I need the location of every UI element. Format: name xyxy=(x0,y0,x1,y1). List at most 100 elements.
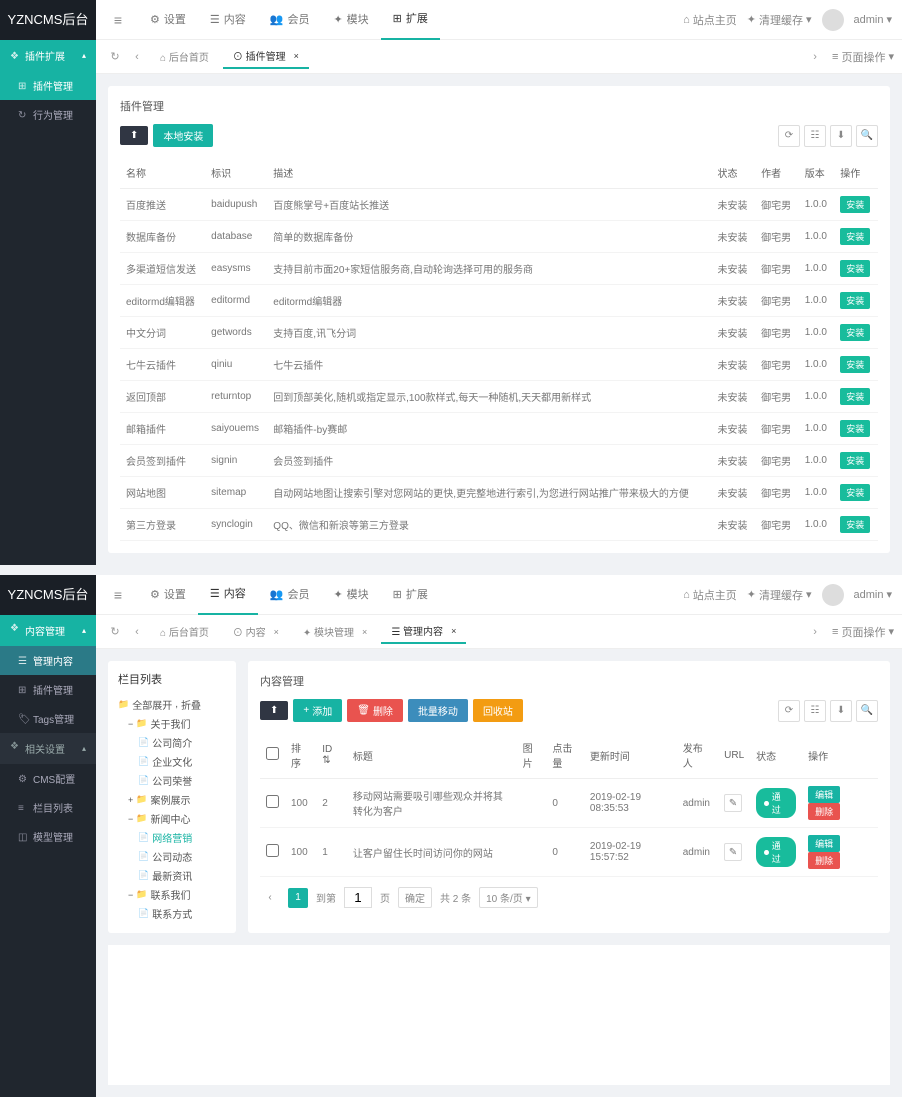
status-badge[interactable]: 通过 xyxy=(756,788,796,818)
tree-node[interactable]: 📄 公司动态 xyxy=(118,847,226,866)
tree-node[interactable]: 📄 联系方式 xyxy=(118,904,226,923)
close-icon[interactable]: × xyxy=(294,51,299,61)
avatar[interactable] xyxy=(822,584,844,606)
tree-node[interactable]: 📄 公司荣誉 xyxy=(118,771,226,790)
batch-move-button[interactable]: 批量移动 xyxy=(408,699,468,722)
search-button[interactable]: 🔍 xyxy=(856,125,878,147)
columns-button[interactable]: ☷ xyxy=(804,700,826,722)
install-button[interactable]: 安装 xyxy=(840,292,870,309)
search-button[interactable]: 🔍 xyxy=(856,700,878,722)
install-button[interactable]: 安装 xyxy=(840,260,870,277)
page-ops-menu[interactable]: ≡ 页面操作 ▾ xyxy=(832,624,894,640)
close-icon[interactable]: × xyxy=(274,627,279,637)
tab-内容[interactable]: ☰ 内容 xyxy=(198,0,258,40)
site-home-link[interactable]: ⌂ 站点主页 xyxy=(683,12,737,28)
tree-node[interactable]: −📁 联系我们 xyxy=(118,885,226,904)
recycle-button[interactable]: 回收站 xyxy=(473,699,523,722)
tree-expand-all[interactable]: 📁 全部展开, 折叠 xyxy=(118,695,226,714)
refresh-icon[interactable]: ↻ xyxy=(104,46,126,68)
sidebar-item-CMS配置[interactable]: ⚙CMS配置 xyxy=(0,764,96,793)
install-button[interactable]: 安装 xyxy=(840,484,870,501)
install-button[interactable]: 安装 xyxy=(840,388,870,405)
url-button[interactable]: ✎ xyxy=(724,843,742,861)
export-button[interactable]: ⬇ xyxy=(830,125,852,147)
refresh-button[interactable]: ⟳ xyxy=(778,125,800,147)
row-checkbox[interactable] xyxy=(266,844,279,857)
close-icon[interactable]: × xyxy=(451,626,456,636)
subtab-模块管理[interactable]: ✦ 模块管理× xyxy=(293,619,377,644)
clear-cache-link[interactable]: ✦ 清理缓存 ▾ xyxy=(747,587,812,603)
local-install-button[interactable]: 本地安装 xyxy=(153,124,213,147)
page-prev[interactable]: ‹ xyxy=(260,888,280,908)
tab-模块[interactable]: ✦ 模块 xyxy=(321,0,380,40)
subtab-插件管理[interactable]: ⊙ 插件管理× xyxy=(223,44,309,69)
subtab-管理内容[interactable]: ☰ 管理内容× xyxy=(381,619,466,644)
sidebar-item-插件管理[interactable]: ⊞插件管理 xyxy=(0,675,96,704)
select-all-checkbox[interactable] xyxy=(266,747,279,760)
tab-设置[interactable]: ⚙ 设置 xyxy=(138,0,198,40)
menu-toggle-icon[interactable]: ≡ xyxy=(106,583,130,607)
next-icon[interactable]: › xyxy=(804,621,826,643)
subtab-内容[interactable]: ⊙ 内容× xyxy=(223,619,289,644)
tab-内容[interactable]: ☰ 内容 xyxy=(198,575,258,615)
user-menu[interactable]: admin ▾ xyxy=(854,588,893,601)
side-group-plugin-ext[interactable]: ❖插件扩展 ▴ xyxy=(0,40,96,71)
avatar[interactable] xyxy=(822,9,844,31)
status-badge[interactable]: 通过 xyxy=(756,837,796,867)
tab-设置[interactable]: ⚙ 设置 xyxy=(138,575,198,615)
tree-node[interactable]: 📄 企业文化 xyxy=(118,752,226,771)
menu-toggle-icon[interactable]: ≡ xyxy=(106,8,130,32)
sidebar-item-管理内容[interactable]: ☰管理内容 xyxy=(0,646,96,675)
tab-会员[interactable]: 👥 会员 xyxy=(258,575,322,615)
sidebar-item-栏目列表[interactable]: ≡栏目列表 xyxy=(0,793,96,822)
close-icon[interactable]: × xyxy=(362,627,367,637)
clear-cache-link[interactable]: ✦ 清理缓存 ▾ xyxy=(747,12,812,28)
edit-button[interactable]: 编辑 xyxy=(808,835,840,852)
side-group[interactable]: ❖相关设置▴ xyxy=(0,733,96,764)
tree-node[interactable]: 📄 最新资讯 xyxy=(118,866,226,885)
export-button[interactable]: ⬇ xyxy=(830,700,852,722)
sidebar-item-模型管理[interactable]: ◫模型管理 xyxy=(0,822,96,851)
upload-button[interactable]: ⬆ xyxy=(260,701,288,720)
add-button[interactable]: + 添加 xyxy=(293,699,342,722)
delete-button[interactable]: 🗑 删除 xyxy=(347,699,403,722)
url-button[interactable]: ✎ xyxy=(724,794,742,812)
next-icon[interactable]: › xyxy=(804,46,826,68)
page-1[interactable]: 1 xyxy=(288,888,308,908)
page-confirm[interactable]: 确定 xyxy=(398,887,432,908)
tree-node[interactable]: 📄 网络营销 xyxy=(118,828,226,847)
page-input[interactable] xyxy=(344,887,372,908)
tab-扩展[interactable]: ⊞ 扩展 xyxy=(381,0,440,40)
install-button[interactable]: 安装 xyxy=(840,452,870,469)
per-page-select[interactable]: 10 条/页 ▾ xyxy=(479,887,538,908)
tree-node[interactable]: −📁 关于我们 xyxy=(118,714,226,733)
tree-node[interactable]: −📁 新闻中心 xyxy=(118,809,226,828)
tree-node[interactable]: 📄 公司简介 xyxy=(118,733,226,752)
delete-row-button[interactable]: 删除 xyxy=(808,852,840,869)
row-checkbox[interactable] xyxy=(266,795,279,808)
refresh-icon[interactable]: ↻ xyxy=(104,621,126,643)
install-button[interactable]: 安装 xyxy=(840,196,870,213)
sidebar-item-行为管理[interactable]: ↻行为管理 xyxy=(0,100,96,129)
user-menu[interactable]: admin ▾ xyxy=(854,13,893,26)
install-button[interactable]: 安装 xyxy=(840,228,870,245)
site-home-link[interactable]: ⌂ 站点主页 xyxy=(683,587,737,603)
edit-button[interactable]: 编辑 xyxy=(808,786,840,803)
tree-node[interactable]: +📁 案例展示 xyxy=(118,790,226,809)
sidebar-item-插件管理[interactable]: ⊞插件管理 xyxy=(0,71,96,100)
install-button[interactable]: 安装 xyxy=(840,324,870,341)
columns-button[interactable]: ☷ xyxy=(804,125,826,147)
refresh-button[interactable]: ⟳ xyxy=(778,700,800,722)
tab-模块[interactable]: ✦ 模块 xyxy=(321,575,380,615)
install-button[interactable]: 安装 xyxy=(840,420,870,437)
install-button[interactable]: 安装 xyxy=(840,356,870,373)
tab-扩展[interactable]: ⊞ 扩展 xyxy=(381,575,440,615)
delete-row-button[interactable]: 删除 xyxy=(808,803,840,820)
page-ops-menu[interactable]: ≡ 页面操作 ▾ xyxy=(832,49,894,65)
sidebar-item-Tags管理[interactable]: 🏷Tags管理 xyxy=(0,704,96,733)
subtab-后台首页[interactable]: ⌂ 后台首页 xyxy=(150,619,219,644)
tab-会员[interactable]: 👥 会员 xyxy=(258,0,322,40)
subtab-后台首页[interactable]: ⌂ 后台首页 xyxy=(150,44,219,69)
install-button[interactable]: 安装 xyxy=(840,516,870,533)
prev-icon[interactable]: ‹ xyxy=(126,621,148,643)
